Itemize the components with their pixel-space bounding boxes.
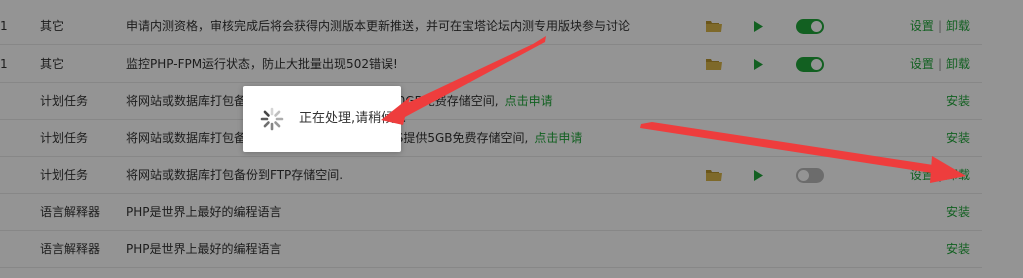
loading-dialog: 正在处理,请稍候... [243, 86, 407, 152]
loading-text: 正在处理,请稍候... [299, 111, 407, 126]
modal-overlay [0, 0, 1023, 278]
spinner-icon [260, 107, 284, 131]
